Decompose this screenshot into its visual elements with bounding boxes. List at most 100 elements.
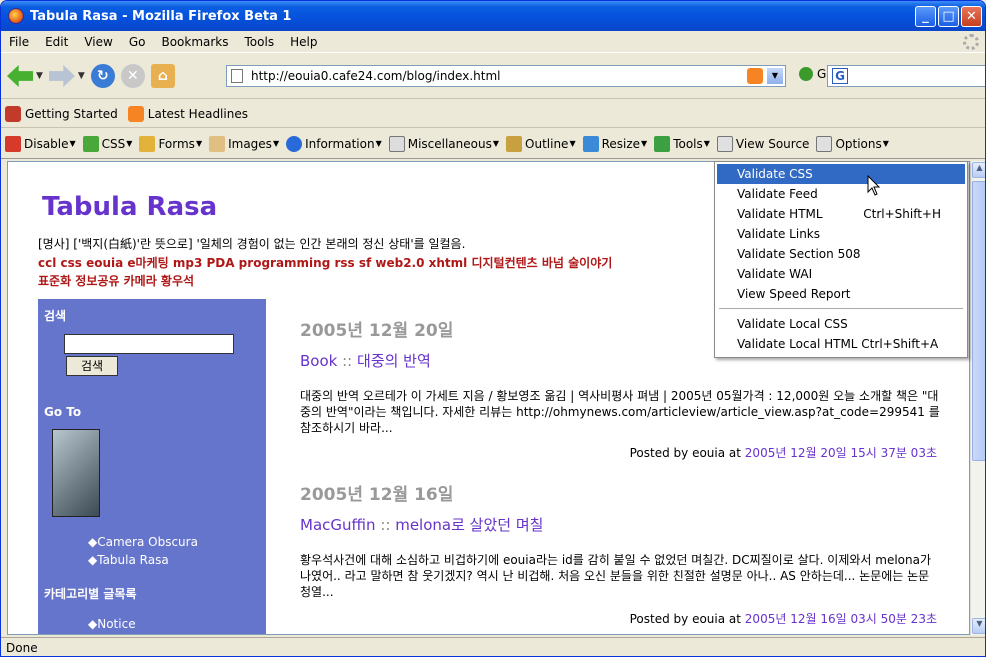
- scroll-up-button[interactable]: ▲: [972, 162, 985, 178]
- scroll-down-button[interactable]: ▼: [972, 618, 985, 634]
- menu-item-validate-feed[interactable]: Validate Feed: [717, 184, 965, 204]
- menu-view[interactable]: View: [76, 35, 120, 49]
- vertical-scrollbar[interactable]: ▲ ▼: [970, 161, 985, 635]
- forward-button[interactable]: ▼: [49, 63, 85, 89]
- menu-item-label: Validate Section 508: [737, 247, 861, 261]
- miscellaneous-icon: [388, 135, 405, 152]
- category-heading: 카테고리별 글목록: [44, 587, 137, 601]
- sidebar-link[interactable]: ◆Camera Obscura: [88, 535, 198, 549]
- wd-label: Tools: [673, 136, 703, 151]
- post-title[interactable]: Book :: 대중의 반역: [300, 350, 431, 371]
- title-bar: Tabula Rasa - Mozilla Firefox Beta 1 _ □…: [1, 1, 985, 31]
- menu-help[interactable]: Help: [282, 35, 325, 49]
- search-input[interactable]: G: [827, 65, 985, 87]
- menu-item-validate-local-html[interactable]: Validate Local HTML Ctrl+Shift+A: [717, 334, 965, 354]
- menu-item-validate-links[interactable]: Validate Links: [717, 224, 965, 244]
- post-permalink[interactable]: 2005년 12월 16일 03시 50분 23초: [745, 612, 937, 626]
- post-permalink[interactable]: 2005년 12월 20일 15시 37분 03초: [745, 446, 937, 460]
- post-date: 2005년 12월 20일: [300, 321, 454, 341]
- wd-css-menu[interactable]: CSS ▼: [82, 135, 132, 152]
- tag-line[interactable]: ccl css eouia e마케팅 mp3 PDA programming r…: [38, 254, 718, 272]
- category-link-label: Notice: [97, 617, 136, 631]
- wd-misc-menu[interactable]: Miscellaneous ▼: [388, 135, 499, 152]
- menu-bookmarks[interactable]: Bookmarks: [153, 35, 236, 49]
- page-icon: [231, 69, 243, 83]
- menu-tools[interactable]: Tools: [237, 35, 283, 49]
- rss-feed-icon[interactable]: [747, 68, 763, 84]
- url-dropdown-button[interactable]: ▼: [767, 68, 783, 84]
- firefox-logo-icon: [8, 8, 24, 24]
- menu-item-validate-css[interactable]: Validate CSS: [717, 164, 965, 184]
- menu-item-validate-wai[interactable]: Validate WAI: [717, 264, 965, 284]
- search-button[interactable]: 검색: [66, 356, 118, 376]
- resize-icon: [582, 135, 599, 152]
- forms-icon: [139, 135, 156, 152]
- goto-heading: Go To: [44, 405, 82, 419]
- menu-item-validate-local-css[interactable]: Validate Local CSS: [717, 314, 965, 334]
- wd-forms-menu[interactable]: Forms ▼: [139, 135, 202, 152]
- wd-options-menu[interactable]: Options ▼: [816, 135, 889, 152]
- wd-disable-menu[interactable]: Disable ▼: [5, 135, 76, 152]
- menu-bar: File Edit View Go Bookmarks Tools Help: [1, 31, 985, 53]
- wd-label: Forms: [158, 136, 195, 151]
- menu-item-view-speed-report[interactable]: View Speed Report: [717, 284, 965, 304]
- wd-label: Information: [305, 136, 375, 151]
- outline-pencil-icon: [506, 135, 523, 152]
- menu-edit[interactable]: Edit: [37, 35, 76, 49]
- menu-file[interactable]: File: [1, 35, 37, 49]
- post-title-text[interactable]: melona로 살았던 며칠: [395, 516, 543, 534]
- window-title: Tabula Rasa - Mozilla Firefox Beta 1: [30, 8, 292, 24]
- wd-label: View Source: [735, 136, 810, 151]
- back-button[interactable]: ▼: [7, 63, 43, 89]
- css-icon: [82, 135, 99, 152]
- wd-view-source-menu[interactable]: View Source: [716, 135, 810, 152]
- post-excerpt: 대중의 반역 오르테가 이 가세트 지음 / 황보영조 옮김 | 역사비평사 펴…: [300, 389, 940, 435]
- menu-go[interactable]: Go: [121, 35, 154, 49]
- mouse-cursor-icon: [867, 175, 881, 196]
- post-category[interactable]: Book: [300, 352, 337, 370]
- sidebar-link-label: Tabula Rasa: [97, 553, 169, 567]
- menu-item-validate-section-508[interactable]: Validate Section 508: [717, 244, 965, 264]
- menu-item-label: Validate Feed: [737, 187, 818, 201]
- post-meta: Posted by eouia at 2005년 12월 16일 03시 50분…: [630, 610, 937, 627]
- url-bar[interactable]: http://eouia0.cafe24.com/blog/index.html…: [226, 65, 786, 87]
- menu-item-validate-html[interactable]: Validate HTML Ctrl+Shift+H: [717, 204, 965, 224]
- sidebar-search-input[interactable]: [64, 334, 234, 354]
- wd-images-menu[interactable]: Images ▼: [209, 135, 279, 152]
- bookmark-icon: [5, 105, 21, 122]
- minimize-button[interactable]: _: [915, 6, 936, 27]
- wd-label: Disable: [24, 136, 69, 151]
- stop-icon: ✕: [120, 64, 145, 88]
- status-text: Done: [6, 641, 38, 655]
- sidebar-link[interactable]: ◆Tabula Rasa: [88, 553, 169, 567]
- rss-icon: [127, 105, 144, 122]
- bookmark-getting-started[interactable]: Getting Started: [5, 105, 118, 122]
- browser-window: Tabula Rasa - Mozilla Firefox Beta 1 _ □…: [0, 0, 986, 657]
- options-icon: [816, 135, 833, 152]
- wd-tools-menu[interactable]: Tools ▼: [654, 135, 710, 152]
- menu-separator: [719, 308, 963, 309]
- stop-button[interactable]: ✕: [120, 63, 145, 89]
- bookmark-latest-headlines[interactable]: Latest Headlines: [127, 105, 248, 122]
- disable-icon: [5, 135, 21, 152]
- tag-line[interactable]: 표준화 정보공유 카메라 황우석: [38, 272, 718, 290]
- post-excerpt: 황우석사건에 대해 소심하고 비겁하기에 eouia라는 id를 감히 붙일 수…: [300, 553, 932, 599]
- menu-item-label: Validate Local HTML Ctrl+Shift+A: [737, 337, 939, 351]
- maximize-button[interactable]: □: [938, 6, 959, 27]
- post-title-text[interactable]: 대중의 반역: [357, 352, 431, 370]
- close-button[interactable]: ✕: [961, 6, 982, 27]
- blog-title[interactable]: Tabula Rasa: [42, 192, 217, 222]
- post-title[interactable]: MacGuffin :: melona로 살았던 며칠: [300, 514, 543, 535]
- wd-information-menu[interactable]: Information ▼: [286, 135, 382, 152]
- post-meta: Posted by eouia at 2005년 12월 20일 15시 37분…: [630, 444, 937, 461]
- category-link[interactable]: ◆Notice: [88, 617, 136, 631]
- post-category[interactable]: MacGuffin: [300, 516, 376, 534]
- wd-outline-menu[interactable]: Outline ▼: [506, 135, 576, 152]
- wd-resize-menu[interactable]: Resize ▼: [582, 135, 647, 152]
- home-button[interactable]: ⌂: [150, 63, 175, 89]
- reload-button[interactable]: ↻: [90, 63, 115, 89]
- google-search-icon[interactable]: G: [832, 68, 848, 84]
- home-icon: ⌂: [150, 64, 175, 88]
- wd-label: Resize: [601, 136, 641, 151]
- scrollbar-thumb[interactable]: [972, 181, 985, 461]
